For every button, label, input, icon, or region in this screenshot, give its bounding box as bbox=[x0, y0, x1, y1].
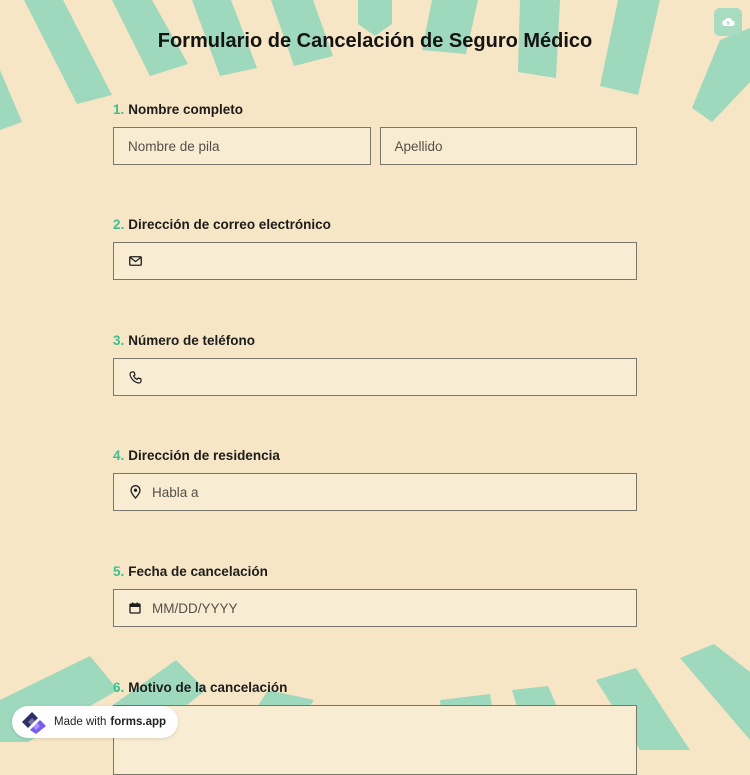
question-number: 1. bbox=[113, 102, 125, 117]
question-text: Fecha de cancelación bbox=[128, 564, 268, 579]
made-with-badge[interactable]: Made with forms.app bbox=[12, 706, 179, 738]
question-label: 4. Dirección de residencia bbox=[113, 447, 637, 465]
question-label: 3. Número de teléfono bbox=[113, 332, 637, 350]
question-phone: 3. Número de teléfono bbox=[113, 332, 637, 396]
save-progress-button[interactable] bbox=[714, 8, 742, 36]
question-text: Motivo de la cancelación bbox=[128, 680, 288, 695]
date-input[interactable]: MM/DD/YYYY bbox=[113, 589, 637, 627]
map-pin-icon bbox=[128, 485, 142, 499]
question-number: 3. bbox=[113, 333, 125, 348]
calendar-icon bbox=[128, 601, 142, 615]
forms-app-logo-icon bbox=[22, 712, 46, 734]
first-name-input[interactable]: Nombre de pila bbox=[113, 127, 371, 165]
envelope-icon bbox=[128, 254, 142, 268]
stripe bbox=[0, 70, 22, 130]
phone-icon bbox=[128, 370, 142, 384]
last-name-input[interactable]: Apellido bbox=[379, 127, 637, 165]
question-text: Dirección de residencia bbox=[128, 448, 280, 463]
question-text: Número de teléfono bbox=[128, 333, 256, 348]
question-text: Nombre completo bbox=[128, 102, 244, 117]
page-title: Formulario de Cancelación de Seguro Médi… bbox=[157, 30, 593, 52]
reason-textarea[interactable] bbox=[113, 705, 637, 775]
phone-input[interactable] bbox=[113, 358, 637, 396]
email-input[interactable] bbox=[113, 242, 637, 280]
question-number: 4. bbox=[113, 448, 125, 463]
badge-brand: forms.app bbox=[110, 716, 167, 728]
badge-prefix: Made with bbox=[54, 716, 107, 728]
question-number: 5. bbox=[113, 564, 125, 579]
question-full-name: 1. Nombre completo Nombre de pila Apellid… bbox=[113, 101, 637, 165]
question-address: 4. Dirección de residencia Habla a bbox=[113, 447, 637, 511]
date-placeholder: MM/DD/YYYY bbox=[152, 600, 238, 616]
question-label: 2. Dirección de correo electrónico bbox=[113, 216, 637, 234]
question-label: 6. Motivo de la cancelación bbox=[113, 679, 637, 697]
question-cancellation-reason: 6. Motivo de la cancelación bbox=[113, 679, 637, 775]
last-name-placeholder: Apellido bbox=[394, 138, 443, 154]
cloud-upload-icon bbox=[722, 17, 735, 27]
question-number: 6. bbox=[113, 680, 125, 695]
question-cancellation-date: 5. Fecha de cancelación MM/DD/YYYY bbox=[113, 563, 637, 627]
address-placeholder: Habla a bbox=[152, 484, 199, 500]
question-label: 1. Nombre completo bbox=[113, 101, 637, 119]
question-label: 5. Fecha de cancelación bbox=[113, 563, 637, 581]
question-email: 2. Dirección de correo electrónico bbox=[113, 216, 637, 280]
first-name-placeholder: Nombre de pila bbox=[128, 138, 220, 154]
question-number: 2. bbox=[113, 217, 125, 232]
stripe bbox=[680, 644, 750, 740]
question-text: Dirección de correo electrónico bbox=[128, 217, 331, 232]
address-input[interactable]: Habla a bbox=[113, 473, 637, 511]
